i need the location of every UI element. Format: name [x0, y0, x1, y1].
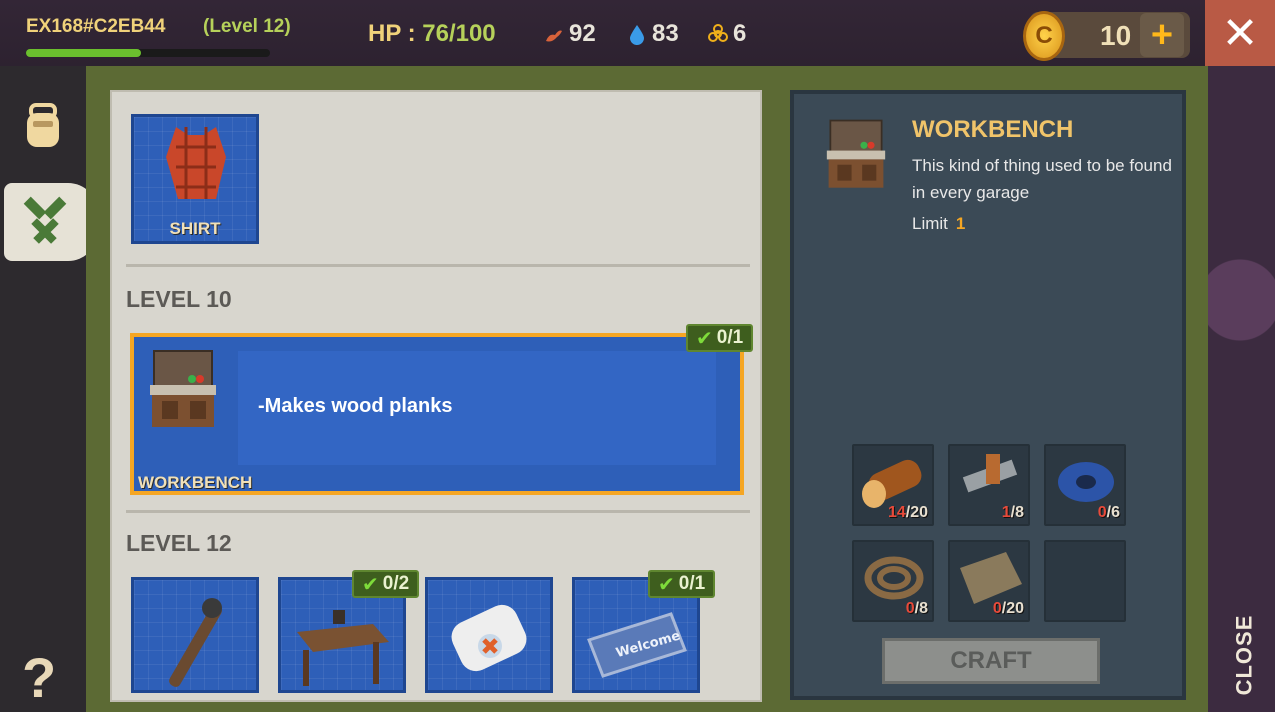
hammer-icon [23, 196, 67, 244]
xp-bar [26, 49, 270, 57]
radiation-stat: 6 [707, 20, 746, 48]
recipe-label: WORKBENCH [138, 473, 253, 492]
badge-count: 0/1 [716, 327, 744, 348]
recipe-row-workbench[interactable]: -Makes wood planks WORKBENCH [130, 333, 744, 495]
check-icon: ✔ [696, 327, 713, 350]
food-icon [546, 30, 562, 42]
resource-have: 1 [1001, 504, 1011, 521]
biohazard-icon [708, 24, 728, 42]
divider [126, 510, 750, 513]
water-stat: 83 [626, 20, 679, 48]
resource-slot-rope[interactable]: 0/8 [852, 540, 934, 622]
bandage-icon [451, 604, 527, 672]
close-label: CLOSE [1231, 614, 1257, 696]
top-bar: EX168#C2EB44 (Level 12) HP : 76/100 92 8… [0, 0, 1275, 66]
recipe-list[interactable]: SHIRT LEVEL 10 -Makes wood planks WORKBE… [110, 90, 762, 702]
resource-need: /8 [914, 600, 928, 617]
resource-slot-cardboard[interactable]: 0/20 [948, 540, 1030, 622]
hp-value: 76/100 [422, 20, 496, 47]
badge-count: 0/1 [678, 573, 706, 594]
pipe-tool-icon [169, 598, 222, 687]
coin-icon: C [1023, 11, 1065, 61]
backpack-icon [27, 103, 59, 147]
help-button[interactable]: ? [22, 645, 56, 710]
food-stat: 92 [543, 20, 596, 48]
check-icon: ✔ [362, 573, 379, 596]
level-heading: LEVEL 12 [126, 530, 232, 556]
xp-bar-fill [26, 49, 141, 57]
add-coins-button[interactable]: + [1140, 13, 1184, 57]
resource-have: 0 [992, 600, 1002, 617]
detail-title: WORKBENCH [912, 116, 1074, 143]
food-value: 92 [569, 20, 596, 47]
shirt-icon [166, 127, 226, 199]
close-icon[interactable]: ✕ [1205, 0, 1275, 66]
welcome-mat-icon: Welcome [587, 612, 687, 678]
resource-have: 0 [1097, 504, 1107, 521]
check-icon: ✔ [658, 573, 675, 596]
resource-need: /20 [1001, 600, 1024, 617]
craft-count-badge: ✔ 0/1 [648, 570, 716, 598]
resource-count: 0/20 [993, 600, 1024, 618]
water-value: 83 [652, 20, 679, 47]
resource-need: /6 [1106, 504, 1120, 521]
resource-count: 0/6 [1098, 504, 1120, 522]
craft-count-badge: ✔ 0/2 [352, 570, 420, 598]
rope-icon [864, 556, 924, 600]
player-id: EX168#C2EB44 [26, 16, 166, 37]
workbench-icon [826, 119, 886, 188]
hp-display: HP : 76/100 [368, 20, 496, 48]
resource-count: 14/20 [888, 504, 928, 522]
backpack-tab[interactable] [12, 96, 74, 158]
player-level: (Level 12) [203, 16, 291, 37]
detail-description: This kind of thing used to be found in e… [912, 156, 1172, 202]
hp-label: HP : [368, 20, 416, 47]
resource-need: /20 [905, 504, 928, 521]
close-button[interactable]: CLOSE [1224, 615, 1264, 696]
resource-count: 0/8 [906, 600, 928, 618]
radiation-value: 6 [733, 20, 747, 47]
crafting-tab-icon-wrap [14, 191, 76, 253]
limit-value: 1 [955, 214, 966, 233]
recipe-label: SHIRT [169, 219, 221, 238]
resource-slot-tape[interactable]: 0/6 [1044, 444, 1126, 526]
recipe-card-pipe-tool[interactable] [131, 577, 259, 693]
resource-slot-empty [1044, 540, 1126, 622]
cardboard-icon [960, 552, 1022, 604]
resource-count: 1/8 [1002, 504, 1024, 522]
detail-limit: Limit 1 [912, 214, 965, 234]
divider [126, 264, 750, 267]
coin-value: 10 [1100, 20, 1132, 51]
limit-label: Limit [912, 214, 948, 233]
craft-count-badge: ✔ 0/1 [686, 324, 754, 352]
level-heading: LEVEL 10 [126, 286, 232, 312]
detail-panel: WORKBENCH This kind of thing used to be … [790, 90, 1186, 700]
resource-slot-log[interactable]: 14/20 [852, 444, 934, 526]
water-drop-icon [630, 25, 644, 45]
recipe-description: -Makes wood planks [258, 395, 453, 417]
recipe-card-shirt[interactable]: SHIRT [131, 114, 259, 244]
resource-have: 0 [905, 600, 915, 617]
workbench-icon [150, 350, 216, 427]
work-table-icon [297, 610, 389, 686]
badge-count: 0/2 [382, 573, 410, 594]
craft-button[interactable]: CRAFT [882, 638, 1100, 684]
left-rail [0, 66, 86, 712]
recipe-card-bandage[interactable] [425, 577, 553, 693]
metal-pipe-icon [962, 454, 1018, 493]
log-icon [862, 459, 922, 508]
resource-have: 14 [887, 504, 906, 521]
resource-need: /8 [1010, 504, 1024, 521]
resource-slot-metal-pipe[interactable]: 1/8 [948, 444, 1030, 526]
